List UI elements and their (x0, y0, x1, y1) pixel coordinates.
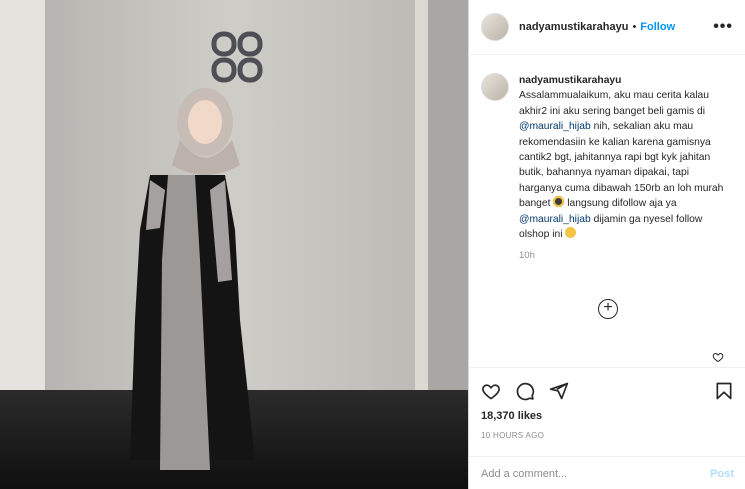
photo-illustration (0, 0, 468, 489)
caption-username[interactable]: nadyamustikarahayu (519, 75, 621, 86)
comment-bar: Post (469, 456, 745, 489)
action-icons (481, 381, 569, 401)
more-icon[interactable]: ••• (713, 18, 733, 36)
post-comment-button[interactable]: Post (710, 468, 734, 480)
post-photo[interactable] (0, 0, 468, 489)
caption-text-part: Assalammualaikum, aku mau cerita kalau a… (519, 90, 712, 117)
comment-icon[interactable] (515, 381, 535, 401)
instagram-post-view: nadyamustikarahayu • Follow ••• nadyamus… (0, 0, 745, 489)
author-avatar[interactable] (481, 13, 509, 41)
bookmark-icon[interactable] (714, 381, 734, 401)
caption: nadyamustikarahayu Assalammualaikum, aku… (469, 55, 745, 261)
caption-text-part: nih, sekalian aku mau rekomendasiin ke k… (519, 121, 727, 210)
mention-link[interactable]: @maurali_hijab (519, 121, 591, 132)
post-side-panel: nadyamustikarahayu • Follow ••• nadyamus… (468, 0, 745, 489)
caption-time: 10h (519, 250, 535, 262)
smiling-emoji-icon (565, 227, 577, 239)
shocked-emoji-icon (553, 196, 565, 208)
post-header: nadyamustikarahayu • Follow ••• (469, 0, 745, 55)
post-actions: 18,370 likes 10 HOURS AGO Post (469, 367, 745, 489)
posted-time[interactable]: 10 HOURS AGO (481, 431, 544, 440)
comment-heart-icon[interactable] (712, 351, 724, 363)
follow-button[interactable]: Follow (640, 21, 675, 33)
likes-count[interactable]: 18,370 likes (481, 410, 542, 422)
author-username[interactable]: nadyamustikarahayu (519, 21, 628, 33)
caption-text: nadyamustikarahayu Assalammualaikum, aku… (519, 73, 734, 242)
heart-icon[interactable] (481, 381, 501, 401)
separator-dot: • (632, 21, 637, 33)
plus-circle-icon[interactable]: + (598, 299, 618, 319)
share-icon[interactable] (549, 381, 569, 401)
mention-link[interactable]: @maurali_hijab (519, 214, 591, 225)
comment-input[interactable] (481, 467, 711, 480)
caption-avatar[interactable] (481, 73, 509, 101)
caption-text-part: langsung difollow aja ya (564, 198, 680, 210)
